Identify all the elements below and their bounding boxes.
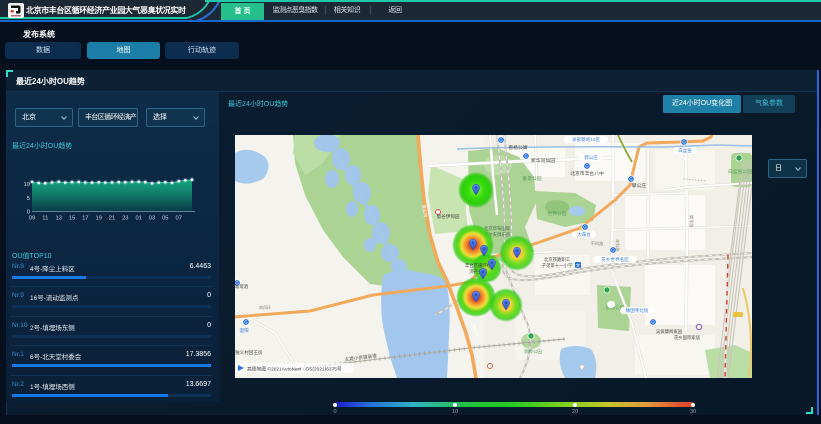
svg-text:文: 文	[576, 262, 581, 269]
svg-text:11: 11	[42, 216, 48, 222]
svg-text:07: 07	[175, 216, 181, 222]
svg-text:01: 01	[135, 216, 141, 222]
svg-text:19: 19	[95, 216, 101, 222]
svg-text:新华双加园: 新华双加园	[531, 157, 555, 164]
svg-text:攀公庄: 攀公庄	[632, 182, 647, 189]
svg-text:白盆窑公园: 白盆窑公园	[728, 168, 752, 175]
svg-text:总部基地10区: 总部基地10区	[572, 136, 600, 143]
svg-text:大葆台: 大葆台	[577, 231, 591, 238]
svg-text:不科路: 不科路	[591, 240, 604, 247]
svg-text:G: G	[583, 225, 586, 230]
svg-text:吴保康阅家园: 吴保康阅家园	[656, 328, 683, 335]
svg-text:15: 15	[69, 216, 75, 222]
svg-text:丰科路: 丰科路	[614, 239, 621, 252]
svg-text:G: G	[611, 248, 614, 253]
svg-text:坡堤酒: 坡堤酒	[235, 283, 249, 290]
svg-text:13: 13	[55, 216, 61, 222]
svg-text:10: 10	[24, 182, 30, 188]
svg-text:白盆窑: 白盆窑	[678, 147, 692, 154]
svg-text:洄阳: 洄阳	[239, 327, 249, 334]
svg-text:G: G	[244, 320, 247, 325]
svg-text:G: G	[629, 177, 632, 182]
svg-text:镇国寺北街: 镇国寺北街	[626, 307, 649, 314]
svg-text:G: G	[651, 320, 654, 325]
svg-text:独义村回王房: 独义村回王房	[235, 349, 263, 356]
svg-text:09: 09	[29, 216, 35, 222]
svg-text:郭公庄: 郭公庄	[584, 154, 598, 161]
svg-text:G: G	[585, 164, 588, 169]
svg-text:高德地图 ©2021AutoNavi - GS(2021)6: 高德地图 ©2021AutoNavi - GS(2021)6375号	[247, 366, 342, 373]
svg-text:频埠公园: 频埠公园	[524, 348, 542, 355]
svg-text:05: 05	[162, 216, 168, 222]
svg-text:樊羊路: 樊羊路	[688, 215, 695, 228]
svg-text:23: 23	[122, 216, 128, 222]
svg-text:17: 17	[82, 216, 88, 222]
svg-text:北京铁路职工: 北京铁路职工	[544, 256, 571, 263]
svg-text:丰台区循环经: 丰台区循环经	[465, 262, 492, 269]
svg-text:G: G	[499, 138, 502, 143]
svg-text:花乡世界名区: 花乡世界名区	[601, 256, 629, 263]
svg-text:G: G	[682, 140, 685, 145]
svg-text:03: 03	[149, 216, 155, 222]
svg-text:21: 21	[109, 216, 115, 222]
svg-text:G: G	[524, 154, 527, 159]
svg-text:看杨公寓: 看杨公寓	[508, 144, 527, 151]
svg-text:北京市丰台八中: 北京市丰台八中	[570, 170, 604, 177]
svg-text:子弟第十一小学: 子弟第十一小学	[542, 262, 573, 269]
svg-text:御景公园: 御景公园	[522, 175, 541, 182]
svg-text:南四环: 南四环	[259, 304, 271, 310]
svg-text:世界公园: 世界公园	[547, 210, 566, 217]
svg-text:花乡国际家居: 花乡国际家居	[674, 334, 701, 341]
svg-text:蜀谷伊甸园: 蜀谷伊甸园	[437, 213, 460, 220]
svg-text:5: 5	[27, 196, 30, 202]
